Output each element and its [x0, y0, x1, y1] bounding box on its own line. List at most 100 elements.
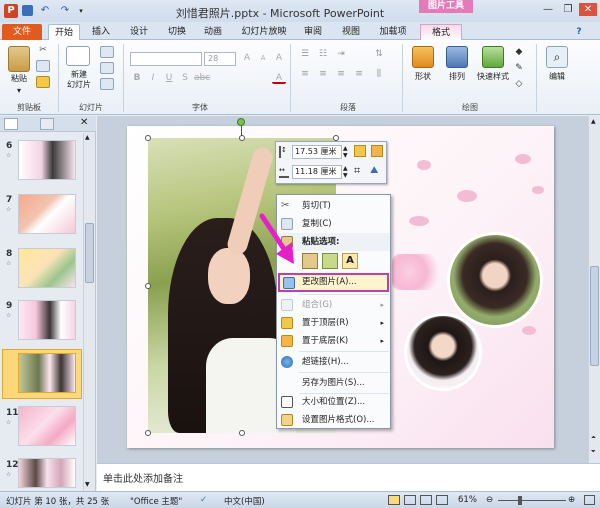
slide-thumbnail[interactable] — [18, 140, 76, 180]
shadow-icon[interactable]: S — [178, 72, 192, 84]
paste-option-picture-icon[interactable] — [322, 253, 338, 269]
shape-effects-icon[interactable]: ◇ — [512, 78, 526, 90]
arrange-label[interactable]: 排列 — [442, 72, 472, 82]
prev-slide-icon[interactable]: ⏶ — [591, 434, 596, 442]
slide-thumbnail[interactable] — [18, 248, 76, 288]
shape-icon[interactable] — [412, 46, 434, 68]
format-painter-icon[interactable] — [36, 76, 50, 88]
customize-qat-icon[interactable]: ▾ — [74, 4, 88, 18]
paste-icon[interactable] — [8, 46, 30, 72]
scroll-up-icon[interactable]: ▲ — [85, 134, 90, 141]
underline-icon[interactable]: U — [162, 72, 176, 84]
notes-pane[interactable]: 单击此处添加备注 — [97, 463, 600, 491]
edit-scroll-up-icon[interactable]: ▲ — [591, 118, 596, 125]
menu-bring-to-front[interactable]: 置于顶层(R) ▸ — [277, 314, 390, 332]
send-backward-icon[interactable] — [371, 145, 383, 157]
menu-save-as-picture[interactable]: 另存为图片(S)... — [277, 374, 390, 392]
rotate-handle[interactable] — [237, 118, 245, 126]
help-icon[interactable]: ? — [572, 24, 586, 40]
resize-handle[interactable] — [145, 283, 151, 289]
outline-tab[interactable] — [40, 118, 54, 130]
minimize-button[interactable]: — — [540, 3, 556, 16]
slide-thumbnail[interactable] — [18, 300, 76, 340]
resize-handle[interactable] — [145, 135, 151, 141]
spellcheck-icon[interactable]: ✓ — [200, 495, 207, 505]
bring-forward-icon[interactable] — [354, 145, 366, 157]
italic-icon[interactable]: I — [146, 72, 160, 84]
theme-name[interactable]: "Office 主题" — [130, 495, 182, 507]
section-icon[interactable] — [100, 78, 114, 90]
resize-handle[interactable] — [239, 430, 245, 436]
edit-scrollbar[interactable]: ▲ ⏶ ⏷ — [588, 116, 600, 463]
reset-icon[interactable] — [100, 62, 114, 74]
tab-review[interactable]: 审阅 — [298, 24, 328, 40]
slides-tab[interactable] — [4, 118, 18, 130]
menu-change-picture[interactable]: 更改图片(A)... — [278, 273, 389, 292]
grow-font-icon[interactable]: A — [240, 52, 254, 64]
slide-thumbnail-selected[interactable] — [18, 353, 76, 393]
arrange-icon[interactable] — [446, 46, 468, 68]
copy-icon[interactable] — [36, 60, 50, 72]
zoom-slider-thumb[interactable] — [518, 496, 522, 505]
tab-file[interactable]: 文件 — [2, 24, 42, 40]
paste-label[interactable]: 粘贴 — [6, 74, 32, 84]
restore-button[interactable]: ❐ — [560, 3, 576, 16]
zoom-level[interactable]: 61% — [458, 495, 477, 505]
tab-insert[interactable]: 插入 — [86, 24, 116, 40]
slides-scrollbar[interactable]: ▲ ▼ — [83, 133, 95, 491]
paste-option-text-icon[interactable]: A — [342, 253, 358, 269]
shape-label[interactable]: 形状 — [408, 72, 438, 82]
slideshow-icon[interactable] — [436, 495, 448, 505]
close-button[interactable]: ✕ — [579, 3, 597, 16]
next-slide-icon[interactable]: ⏷ — [591, 448, 596, 456]
new-slide-icon[interactable] — [66, 46, 90, 66]
zoom-in-button[interactable]: ⊕ — [568, 495, 575, 505]
align-left-icon[interactable]: ≡ — [298, 68, 312, 80]
slide-thumbnail[interactable] — [18, 458, 76, 488]
menu-send-to-back[interactable]: 置于底层(K) ▸ — [277, 332, 390, 350]
edit-label[interactable]: 编辑 — [542, 72, 572, 82]
menu-format-picture[interactable]: 设置图片格式(O)... — [277, 411, 390, 429]
menu-hyperlink[interactable]: 超链接(H)... — [277, 353, 390, 371]
undo-icon[interactable]: ↶ — [38, 4, 52, 18]
tab-design[interactable]: 设计 — [124, 24, 154, 40]
zoom-slider-track[interactable] — [498, 500, 566, 501]
tab-animations[interactable]: 动画 — [198, 24, 228, 40]
align-right-icon[interactable]: ≡ — [334, 68, 348, 80]
language[interactable]: 中文(中国) — [224, 495, 265, 507]
scroll-down-icon[interactable]: ▼ — [85, 481, 90, 488]
indent-icon[interactable]: ⇥ — [334, 48, 348, 60]
zoom-out-button[interactable]: ⊖ — [486, 495, 493, 505]
tab-format[interactable]: 格式 — [420, 24, 462, 40]
tab-transitions[interactable]: 切换 — [162, 24, 192, 40]
close-pane-icon[interactable]: ✕ — [80, 117, 88, 128]
font-name-combo[interactable] — [130, 52, 202, 66]
portrait-circle-large[interactable] — [447, 232, 543, 328]
quick-style-icon[interactable] — [482, 46, 504, 68]
quick-style-label[interactable]: 快速样式 — [472, 72, 514, 82]
clear-format-icon[interactable]: A — [272, 52, 286, 64]
shape-outline-icon[interactable]: ✎ — [512, 62, 526, 74]
redo-icon[interactable]: ↷ — [58, 4, 72, 18]
save-icon[interactable] — [22, 5, 33, 16]
resize-handle[interactable] — [145, 430, 151, 436]
font-color-icon[interactable]: A — [272, 72, 286, 84]
shape-fill-icon[interactable]: ◆ — [512, 46, 526, 58]
cut-icon[interactable]: ✂ — [36, 44, 50, 56]
width-field[interactable]: 11.18 厘米 — [292, 165, 342, 179]
height-spinner[interactable]: ▲ ▼ — [343, 145, 348, 159]
menu-group[interactable]: 组合(G) ▸ — [277, 296, 390, 314]
align-center-icon[interactable]: ≡ — [316, 68, 330, 80]
scroll-thumb[interactable] — [85, 223, 94, 283]
height-field[interactable]: 17.53 厘米 — [292, 145, 342, 159]
width-spinner[interactable]: ▲ ▼ — [343, 165, 348, 179]
tab-view[interactable]: 视图 — [336, 24, 366, 40]
slide-thumbnail[interactable] — [18, 406, 76, 446]
bullets-icon[interactable]: ☰ — [298, 48, 312, 60]
shrink-font-icon[interactable]: A — [256, 52, 270, 64]
picture-style-icon[interactable]: ⛰ — [370, 165, 378, 176]
slide-sorter-icon[interactable] — [404, 495, 416, 505]
tab-home[interactable]: 开始 — [48, 24, 80, 40]
fit-window-icon[interactable] — [584, 495, 595, 505]
paste-option-keep-format-icon[interactable] — [302, 253, 318, 269]
